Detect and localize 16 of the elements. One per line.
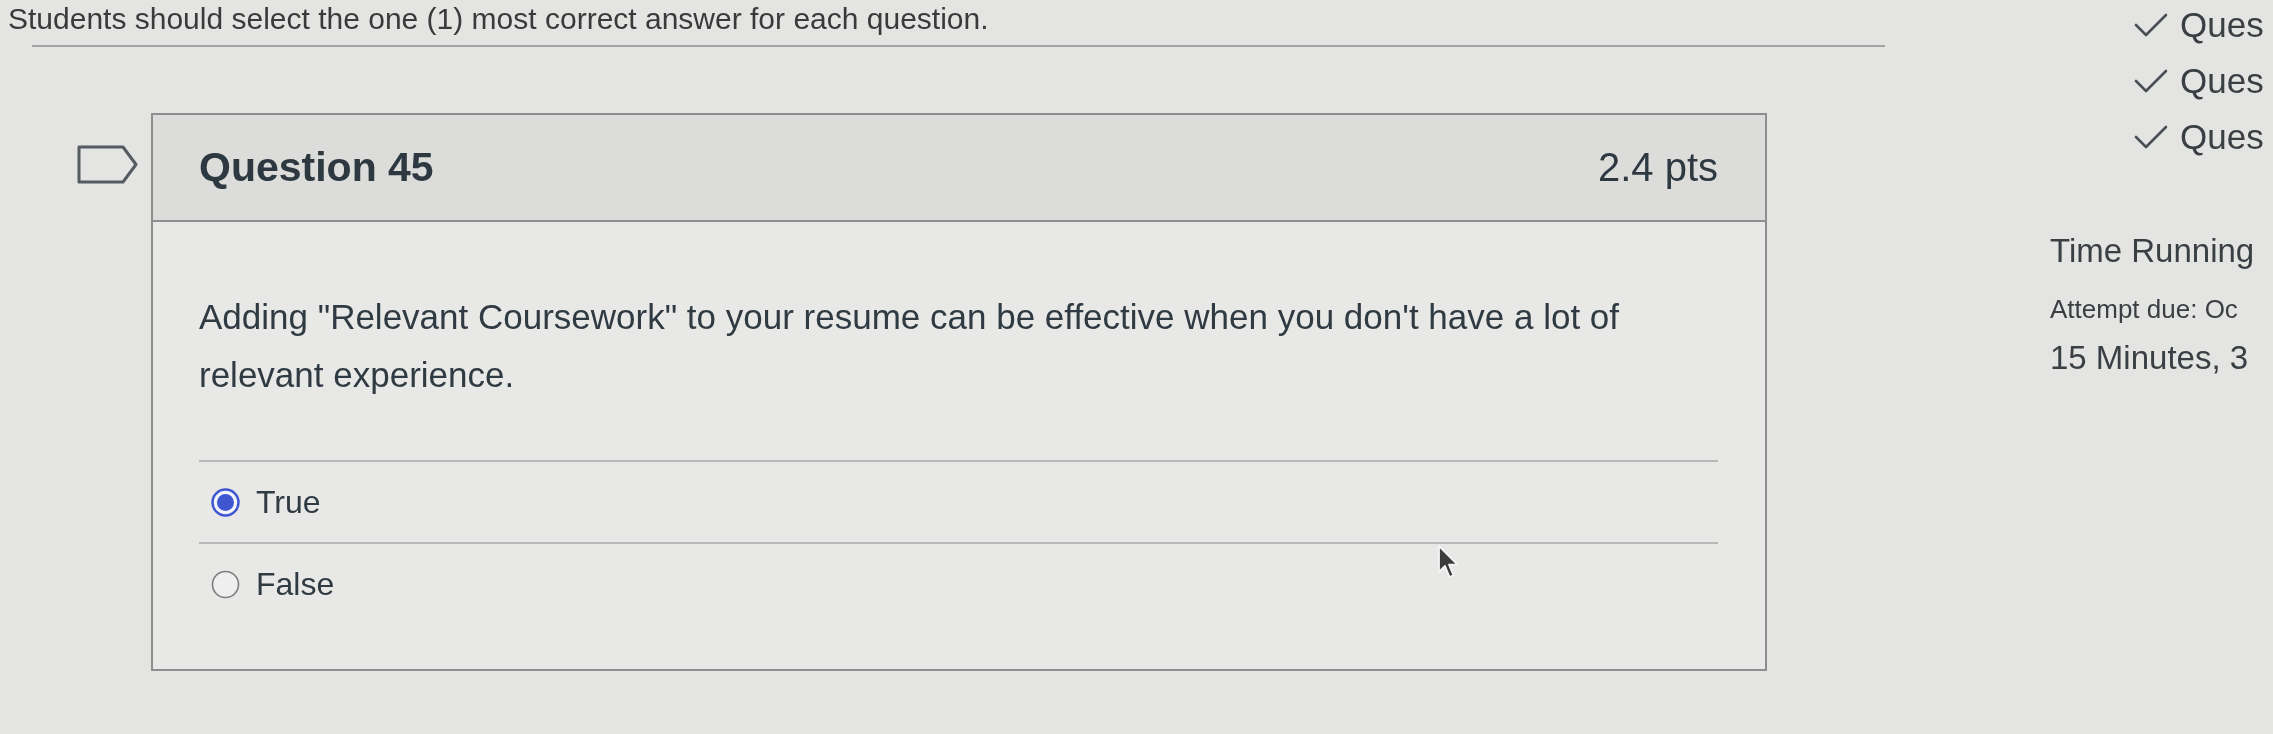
flag-icon[interactable] bbox=[77, 145, 138, 184]
radio-button[interactable] bbox=[211, 487, 240, 517]
mouse-pointer-icon bbox=[1437, 544, 1461, 580]
radio-button[interactable] bbox=[211, 569, 240, 599]
answer-label[interactable]: True bbox=[256, 483, 321, 521]
question-title: Question 45 bbox=[199, 144, 434, 191]
instructions-text: Students should select the one (1) most correct answer for each question. bbox=[7, 2, 989, 36]
timer-title: Time Running bbox=[2050, 231, 2256, 271]
question-points: 2.4 pts bbox=[1597, 145, 1718, 190]
question-text: Adding "Relevant Coursework" to your resume can be effective when you don't have a lot of relevant experience. bbox=[199, 296, 1621, 396]
answer-label[interactable]: False bbox=[256, 565, 335, 603]
question-link[interactable]: Ques bbox=[2180, 61, 2264, 101]
question-link[interactable]: Ques bbox=[2180, 117, 2264, 157]
attempt-due-text: Attempt due: Oc bbox=[2050, 293, 2239, 326]
question-link[interactable]: Ques bbox=[2180, 5, 2264, 45]
elapsed-time: 15 Minutes, 3 bbox=[2050, 338, 2250, 378]
